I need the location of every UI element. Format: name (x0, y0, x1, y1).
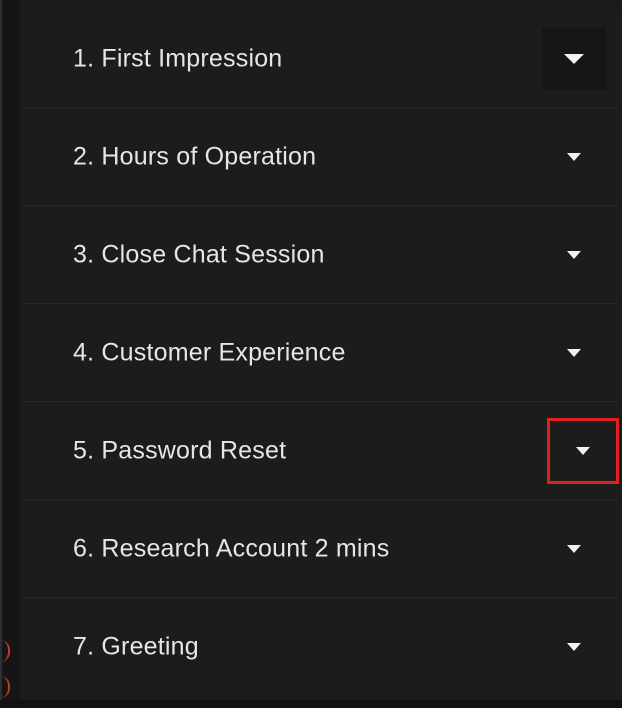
accordion-item-label: 4. Customer Experience (73, 338, 346, 366)
caret-down-icon (567, 348, 581, 357)
expand-toggle-button[interactable] (542, 224, 606, 286)
caret-down-icon (576, 446, 590, 455)
expand-toggle-button[interactable] (542, 518, 606, 580)
accordion-item-greeting[interactable]: 7. Greeting (22, 598, 618, 696)
caret-down-icon (567, 544, 581, 553)
expand-toggle-button[interactable] (542, 126, 606, 188)
accordion-item-research-account[interactable]: 6. Research Account 2 mins (22, 500, 618, 598)
accordion-window: 1. First Impression 2. Hours of Operatio… (0, 0, 622, 708)
accordion-item-hours-of-operation[interactable]: 2. Hours of Operation (22, 108, 618, 206)
bottom-edge (0, 700, 622, 708)
accordion-item-password-reset[interactable]: 5. Password Reset (22, 402, 619, 500)
left-background-strip (0, 0, 20, 708)
accordion-item-label: 3. Close Chat Session (73, 240, 325, 268)
left-edge-divider (0, 0, 2, 708)
caret-down-icon (567, 152, 581, 161)
caret-down-icon (567, 250, 581, 259)
expand-toggle-button[interactable] (542, 616, 606, 678)
accordion-item-label: 5. Password Reset (73, 436, 287, 464)
caret-down-icon (567, 643, 581, 651)
expand-toggle-button-highlighted[interactable] (547, 417, 619, 484)
accordion-item-label: 7. Greeting (73, 632, 199, 661)
expand-toggle-button[interactable] (542, 27, 606, 90)
caret-down-icon (564, 53, 584, 64)
accordion-item-first-impression[interactable]: 1. First Impression (22, 10, 618, 108)
expand-toggle-button[interactable] (542, 322, 606, 384)
accordion-item-close-chat-session[interactable]: 3. Close Chat Session (22, 206, 618, 304)
accordion-list: 1. First Impression 2. Hours of Operatio… (22, 10, 619, 696)
accordion-item-label: 6. Research Account 2 mins (73, 534, 390, 562)
accordion-item-label: 2. Hours of Operation (73, 142, 317, 170)
accordion-item-customer-experience[interactable]: 4. Customer Experience (22, 304, 618, 402)
accordion-item-label: 1. First Impression (73, 44, 283, 72)
